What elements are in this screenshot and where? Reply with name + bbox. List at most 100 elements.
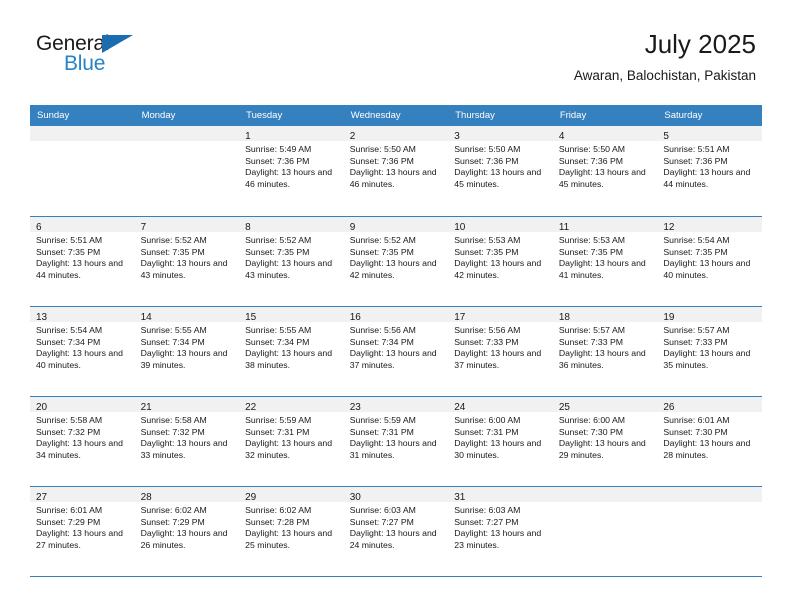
day-number: 8	[245, 222, 251, 233]
day-number: 1	[245, 131, 251, 142]
day-number-band: 6	[30, 217, 135, 233]
sunrise-text: Sunrise: 5:56 AM	[454, 325, 521, 335]
sunrise-text: Sunrise: 5:51 AM	[36, 235, 103, 245]
calendar-day-cell[interactable]: 29 Sunrise: 6:02 AM Sunset: 7:28 PM Dayligh…	[239, 487, 344, 576]
day-number: 31	[454, 492, 466, 503]
calendar-day-cell[interactable]: 28 Sunrise: 6:02 AM Sunset: 7:29 PM Dayligh…	[134, 487, 240, 576]
daylight-text: Daylight: 13 hours and 24 minutes.	[349, 528, 437, 550]
logo-triangle-icon	[102, 35, 133, 53]
calendar-day-cell[interactable]: 22 Sunrise: 5:59 AM Sunset: 7:31 PM Dayligh…	[239, 397, 344, 486]
day-details: Sunrise: 5:56 AM Sunset: 7:34 PM Daylight:…	[344, 322, 449, 371]
sunset-text: Sunset: 7:30 PM	[558, 426, 624, 437]
sunset-text: Sunset: 7:33 PM	[558, 336, 624, 347]
calendar-day-cell[interactable]: 3 Sunrise: 5:50 AM Sunset: 7:36 PM Daylight…	[448, 126, 553, 216]
sunset-text: Sunset: 7:34 PM	[245, 336, 310, 347]
calendar-day-cell[interactable]: 2 Sunrise: 5:50 AM Sunset: 7:36 PM Daylight…	[343, 126, 449, 216]
day-number: 26	[663, 402, 675, 413]
sunset-text: Sunset: 7:35 PM	[663, 246, 728, 257]
calendar-day-cell[interactable]: 8 Sunrise: 5:52 AM Sunset: 7:35 PM Daylight…	[239, 217, 344, 306]
day-details	[553, 502, 658, 505]
calendar-day-cell[interactable]: 18 Sunrise: 5:57 AM Sunset: 7:33 PM Dayligh…	[552, 307, 658, 396]
day-number-band: 9	[343, 217, 449, 233]
calendar-day-cell[interactable]: 10 Sunrise: 5:53 AM Sunset: 7:35 PM Dayligh…	[448, 217, 553, 306]
sunrise-text: Sunrise: 5:55 AM	[245, 325, 312, 335]
daylight-text: Daylight: 13 hours and 29 minutes.	[558, 438, 646, 460]
day-details: Sunrise: 6:01 AM Sunset: 7:30 PM Daylight:…	[657, 412, 762, 461]
daylight-text: Daylight: 13 hours and 44 minutes.	[663, 167, 751, 189]
day-number: 4	[558, 131, 565, 142]
daylight-text: Daylight: 13 hours and 43 minutes.	[140, 258, 228, 280]
weekday-header-thursday: Thursday	[455, 110, 495, 121]
calendar-day-cell[interactable]: 11 Sunrise: 5:53 AM Sunset: 7:35 PM Dayligh…	[552, 217, 658, 306]
day-number-band	[30, 126, 135, 141]
day-number: 2	[349, 131, 356, 142]
weekday-header-friday: Friday	[559, 110, 587, 121]
day-number: 21	[140, 402, 152, 413]
daylight-text: Daylight: 13 hours and 38 minutes.	[245, 348, 333, 370]
calendar-day-cell[interactable]: 23 Sunrise: 5:59 AM Sunset: 7:31 PM Dayligh…	[343, 397, 449, 486]
logo-text-general: General	[36, 32, 110, 55]
sunrise-text: Sunrise: 6:03 AM	[349, 505, 416, 515]
calendar-day-cell[interactable]: 9 Sunrise: 5:52 AM Sunset: 7:35 PM Daylight…	[343, 217, 449, 306]
calendar-day-cell[interactable]: 21 Sunrise: 5:58 AM Sunset: 7:32 PM Dayligh…	[134, 397, 240, 486]
calendar-day-cell[interactable]: 1 Sunrise: 5:49 AM Sunset: 7:36 PM Daylight…	[239, 126, 344, 216]
daylight-text: Daylight: 13 hours and 43 minutes.	[245, 258, 333, 280]
calendar-day-cell[interactable]: 31 Sunrise: 6:03 AM Sunset: 7:27 PM Dayligh…	[448, 487, 553, 576]
day-details: Sunrise: 5:59 AM Sunset: 7:31 PM Daylight:…	[344, 412, 449, 461]
calendar-day-cell[interactable]: 24 Sunrise: 6:00 AM Sunset: 7:31 PM Dayligh…	[448, 397, 553, 486]
calendar-day-cell[interactable]: 4 Sunrise: 5:50 AM Sunset: 7:36 PM Daylight…	[552, 126, 658, 216]
calendar-day-cell[interactable]: 5 Sunrise: 5:51 AM Sunset: 7:36 PM Daylight…	[657, 126, 762, 216]
daylight-text: Daylight: 13 hours and 35 minutes.	[663, 348, 751, 370]
general-blue-logo[interactable]: General Blue	[36, 33, 166, 81]
day-number: 11	[558, 222, 570, 233]
sunrise-text: Sunrise: 6:02 AM	[140, 505, 207, 515]
day-details: Sunrise: 5:55 AM Sunset: 7:34 PM Daylight:…	[135, 322, 240, 371]
daylight-text: Daylight: 13 hours and 27 minutes.	[36, 528, 123, 550]
calendar-day-cell[interactable]: 7 Sunrise: 5:52 AM Sunset: 7:35 PM Daylight…	[134, 217, 240, 306]
sunrise-text: Sunrise: 5:53 AM	[558, 235, 625, 245]
calendar-day-cell[interactable]: 27 Sunrise: 6:01 AM Sunset: 7:29 PM Dayligh…	[30, 487, 135, 576]
day-number-band: 10	[448, 217, 553, 233]
day-details: Sunrise: 6:00 AM Sunset: 7:31 PM Daylight:…	[448, 412, 553, 461]
daylight-text: Daylight: 13 hours and 45 minutes.	[558, 167, 646, 189]
day-details: Sunrise: 5:51 AM Sunset: 7:35 PM Daylight:…	[30, 232, 135, 281]
day-number-band: 28	[134, 487, 240, 503]
day-number: 24	[454, 402, 466, 413]
calendar-day-cell[interactable]: 15 Sunrise: 5:55 AM Sunset: 7:34 PM Dayligh…	[239, 307, 344, 396]
calendar-day-cell[interactable]: 6 Sunrise: 5:51 AM Sunset: 7:35 PM Daylight…	[30, 217, 135, 306]
day-details: Sunrise: 6:00 AM Sunset: 7:30 PM Daylight:…	[553, 412, 658, 461]
calendar-day-cell[interactable]: 17 Sunrise: 5:56 AM Sunset: 7:33 PM Dayligh…	[448, 307, 553, 396]
day-number-band: 17	[448, 307, 553, 323]
day-number: 3	[454, 131, 460, 142]
sunset-text: Sunset: 7:29 PM	[36, 516, 101, 527]
day-number-band: 11	[552, 217, 658, 233]
calendar-day-cell[interactable]: 20 Sunrise: 5:58 AM Sunset: 7:32 PM Dayligh…	[30, 397, 135, 486]
calendar-day-cell[interactable]: 14 Sunrise: 5:55 AM Sunset: 7:34 PM Dayligh…	[134, 307, 240, 396]
daylight-text: Daylight: 13 hours and 37 minutes.	[349, 348, 437, 370]
day-number-band: 27	[30, 487, 135, 503]
daylight-text: Daylight: 13 hours and 34 minutes.	[36, 438, 123, 460]
sunrise-text: Sunrise: 5:59 AM	[349, 415, 416, 425]
day-details: Sunrise: 6:03 AM Sunset: 7:27 PM Daylight:…	[344, 502, 449, 551]
day-details: Sunrise: 5:50 AM Sunset: 7:36 PM Daylight:…	[553, 141, 658, 190]
page-header: General Blue July 2025 Awaran, Balochist…	[0, 0, 792, 100]
calendar-day-cell[interactable]: 16 Sunrise: 5:56 AM Sunset: 7:34 PM Dayligh…	[343, 307, 449, 396]
day-number-band: 23	[343, 397, 449, 413]
weekday-header-row: Sunday Monday Tuesday Wednesday Thursday…	[30, 105, 762, 126]
calendar-week-row: 1 Sunrise: 5:49 AM Sunset: 7:36 PM Daylight…	[30, 126, 762, 216]
day-number: 20	[36, 402, 48, 413]
calendar-day-cell[interactable]: 25 Sunrise: 6:00 AM Sunset: 7:30 PM Dayligh…	[552, 397, 658, 486]
calendar-day-cell[interactable]: 19 Sunrise: 5:57 AM Sunset: 7:33 PM Dayligh…	[657, 307, 762, 396]
calendar-day-cell[interactable]: 30 Sunrise: 6:03 AM Sunset: 7:27 PM Dayligh…	[343, 487, 449, 576]
day-number-band: 14	[134, 307, 240, 323]
day-number: 9	[349, 222, 356, 233]
day-number-band	[657, 487, 762, 502]
sunset-text: Sunset: 7:36 PM	[245, 155, 310, 166]
calendar-day-cell[interactable]: 12 Sunrise: 5:54 AM Sunset: 7:35 PM Dayligh…	[657, 217, 762, 306]
day-details: Sunrise: 6:03 AM Sunset: 7:27 PM Daylight:…	[448, 502, 553, 551]
day-number: 19	[663, 312, 675, 323]
sunset-text: Sunset: 7:35 PM	[36, 246, 101, 257]
daylight-text: Daylight: 13 hours and 25 minutes.	[245, 528, 333, 550]
calendar-day-cell[interactable]: 26 Sunrise: 6:01 AM Sunset: 7:30 PM Dayligh…	[657, 397, 762, 486]
calendar-day-cell[interactable]: 13 Sunrise: 5:54 AM Sunset: 7:34 PM Dayligh…	[30, 307, 135, 396]
